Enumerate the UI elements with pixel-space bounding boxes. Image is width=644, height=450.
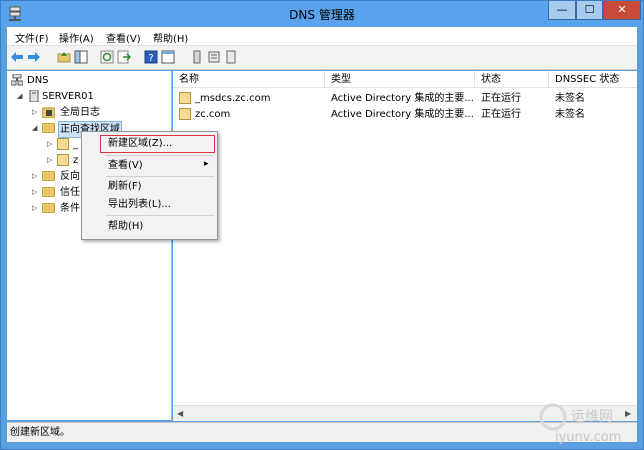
toolbar: ? [7,46,637,70]
folder-icon [42,123,55,133]
row-name: _msdcs.zc.com [195,93,271,104]
expand-arrow-icon[interactable]: ▷ [32,205,38,212]
server-icon [29,90,39,102]
watermark-url: iyunv.com [555,430,621,445]
menu-help[interactable]: 帮助(H) [153,30,188,45]
window-title: DNS 管理器 [289,8,355,22]
tree-label-dns: DNS [27,75,49,86]
watermark-name: 运维网 [571,409,613,425]
expand-arrow-icon[interactable]: ▷ [47,157,53,164]
folder-icon [42,203,55,213]
zone-icon [57,138,69,150]
column-header-status[interactable]: 状态 [475,71,549,88]
forward-arrow-icon[interactable] [27,50,41,64]
context-menu: 新建区域(Z)... 查看(V) ▸ 刷新(F) 导出列表(L)... 帮助(H… [81,131,218,240]
submenu-arrow-icon: ▸ [204,159,209,169]
folder-icon [42,187,55,197]
record-icon[interactable] [224,50,238,64]
column-header-dnssec[interactable]: DNSSEC 状态 [549,71,637,88]
folder-icon [42,171,55,181]
watermark-logo: 运维网 iyunv.com [539,403,621,445]
dns-root-icon [11,74,23,86]
menu-file[interactable]: 文件(F) [15,30,49,45]
row-status: 正在运行 [481,109,521,120]
maximize-button[interactable]: ☐ [576,1,603,20]
menu-separator [106,215,214,216]
results-list: 名称 类型 状态 DNSSEC 状态 _msdcs.zc.com Active … [173,71,637,420]
tree-label-zone-zc: z [73,155,79,166]
menu-item-export-list[interactable]: 导出列表(L)... [108,197,171,213]
export-list-icon[interactable] [117,50,131,64]
expand-arrow-icon[interactable]: ▷ [32,173,38,180]
collapse-arrow-icon[interactable]: ◢ [17,93,23,100]
row-status: 正在运行 [481,93,521,104]
refresh-icon[interactable] [100,50,114,64]
row-type: Active Directory 集成的主要... [331,109,474,120]
expand-arrow-icon[interactable]: ▷ [32,109,38,116]
help-icon[interactable]: ? [144,50,158,64]
scroll-left-icon[interactable]: ◀ [177,409,183,418]
menu-bar: 文件(F) 操作(A) 查看(V) 帮助(H) [7,27,637,46]
tree-label-zone-msdcs: _ [73,139,78,150]
menu-item-help[interactable]: 帮助(H) [108,219,143,235]
row-dnssec: 未签名 [555,93,585,104]
expand-arrow-icon[interactable]: ▷ [32,189,38,196]
menu-item-refresh[interactable]: 刷新(F) [108,179,142,195]
zone-icon [179,92,191,104]
zone-icon [57,154,69,166]
zone-icon[interactable] [207,50,221,64]
show-hide-tree-icon[interactable] [74,50,88,64]
dns-manager-window: DNS 管理器 — ☐ ✕ 文件(F) 操作(A) 查看(V) 帮助(H) ? … [0,0,644,450]
column-header-name[interactable]: 名称 [173,71,325,88]
svg-text:?: ? [148,53,153,64]
console-tree: DNS ◢ SERVER01 ▷ 全局日志 ◢ 正向查找区域 ▷ _ ▷ z ▷… [7,71,172,420]
menu-separator [106,176,214,177]
column-header-type[interactable]: 类型 [325,71,475,88]
menu-item-new-zone[interactable]: 新建区域(Z)... [108,136,172,152]
server-icon[interactable] [190,50,204,64]
row-type: Active Directory 集成的主要... [331,93,474,104]
menu-action[interactable]: 操作(A) [59,30,94,45]
menu-view[interactable]: 查看(V) [106,30,141,45]
up-folder-icon[interactable] [57,50,71,64]
tree-label-reverse-lookup-zones: 反向 [60,171,80,182]
back-arrow-icon[interactable] [10,50,24,64]
tree-label-global-logs: 全局日志 [60,107,100,118]
tree-label-server: SERVER01 [42,91,94,102]
menu-separator [106,155,214,156]
properties-icon[interactable] [161,50,175,64]
row-dnssec: 未签名 [555,109,585,120]
collapse-arrow-icon[interactable]: ◢ [32,125,38,132]
expand-arrow-icon[interactable]: ▷ [47,141,53,148]
tree-label-conditional-forwarders: 条件 [60,203,80,214]
menu-item-view[interactable]: 查看(V) [108,158,143,174]
row-name: zc.com [195,109,231,120]
tree-label-trust-points: 信任 [60,187,80,198]
title-bar[interactable]: DNS 管理器 — ☐ ✕ [1,1,643,27]
log-folder-icon [42,107,55,118]
minimize-button[interactable]: — [548,1,576,20]
zone-icon [179,108,191,120]
close-button[interactable]: ✕ [603,1,641,20]
